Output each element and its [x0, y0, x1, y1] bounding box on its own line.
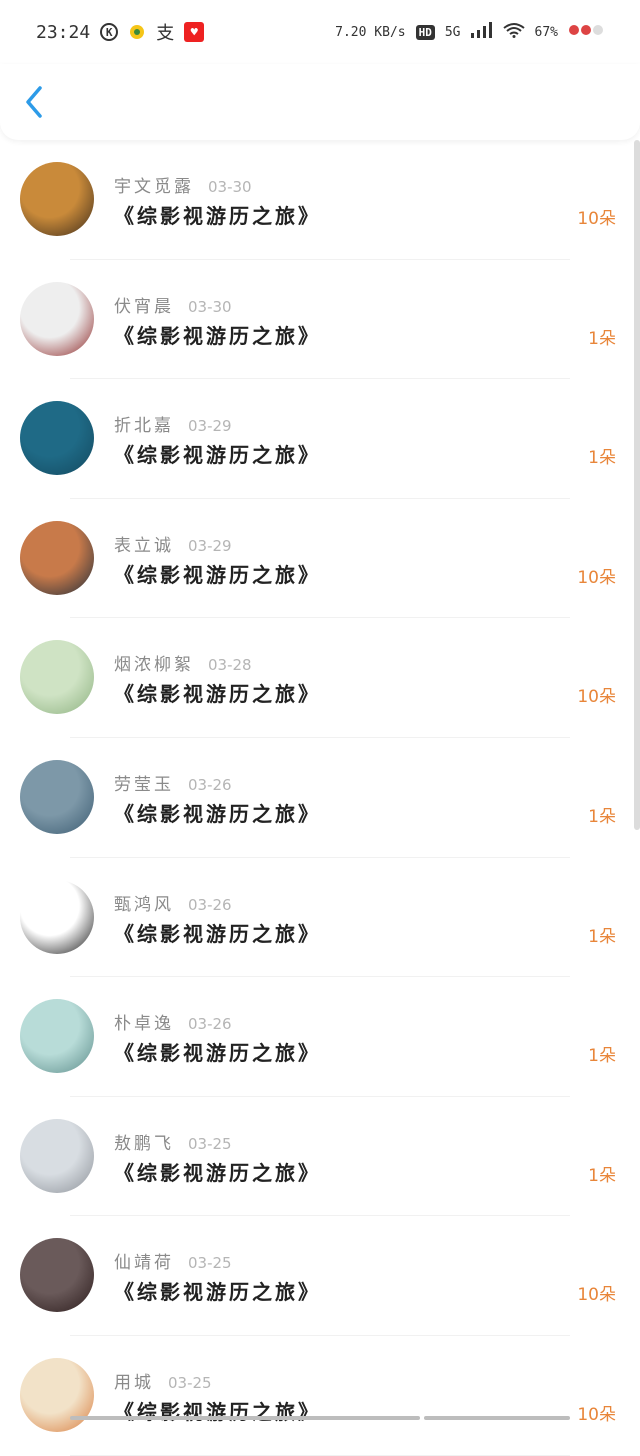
flower-amount: 10朵 — [577, 687, 616, 708]
user-name: 用城 03-25 — [114, 1368, 212, 1393]
chevron-left-icon — [26, 86, 42, 118]
reward-date: 03-26 — [188, 775, 232, 794]
book-title: 《综影视游历之旅》 — [114, 562, 321, 587]
user-name-text: 烟浓柳絮 — [114, 655, 194, 676]
avatar[interactable] — [20, 1118, 94, 1193]
user-name-text: 朴卓逸 — [114, 1014, 174, 1035]
user-name-text: 敖鹏飞 — [114, 1133, 174, 1154]
avatar[interactable] — [20, 999, 94, 1074]
user-name-text: 宇文觅露 — [114, 177, 194, 197]
user-name-text: 仙靖荷 — [114, 1253, 174, 1274]
flower-amount: 1朵 — [588, 328, 616, 349]
avatar[interactable] — [20, 640, 94, 715]
k-icon: K — [100, 23, 119, 41]
reward-date: 03-25 — [188, 1254, 232, 1273]
battery-icon — [568, 23, 604, 41]
top-app-bar — [0, 64, 640, 140]
book-title: 《综影视游历之旅》 — [114, 204, 321, 228]
reward-date: 03-26 — [188, 895, 232, 914]
user-name: 仙靖荷 03-25 — [114, 1248, 232, 1273]
user-name: 宇文觅露 03-30 — [114, 172, 252, 197]
avatar[interactable] — [20, 879, 94, 954]
avatar[interactable] — [20, 759, 94, 834]
book-title: 《综影视游历之旅》 — [114, 1280, 321, 1305]
network-speed: 7.20 KB/s — [335, 24, 406, 40]
book-title: 《综影视游历之旅》 — [114, 801, 321, 826]
avatar[interactable] — [20, 281, 94, 356]
user-name: 表立诚 03-29 — [114, 531, 232, 556]
book-title: 《综影视游历之旅》 — [114, 1160, 321, 1185]
reward-date: 03-28 — [208, 656, 252, 675]
clock: 23:24 — [36, 21, 91, 43]
flower-amount: 1朵 — [588, 448, 616, 469]
list-item[interactable]: 敖鹏飞 03-25 《综影视游历之旅》 1朵 — [0, 1097, 640, 1217]
flower-amount: 1朵 — [588, 926, 616, 947]
list-item[interactable]: 朴卓逸 03-26 《综影视游历之旅》 1朵 — [0, 977, 640, 1097]
gift-icon: ♥ — [184, 22, 205, 42]
user-name: 劳莹玉 03-26 — [114, 770, 232, 795]
hd-icon: HD — [415, 24, 435, 40]
flower-amount: 10朵 — [577, 209, 616, 229]
list-item[interactable]: 仙靖荷 03-25 《综影视游历之旅》 10朵 — [0, 1216, 640, 1336]
home-indicator-left — [70, 1416, 420, 1420]
user-name-text: 折北嘉 — [114, 416, 174, 437]
list-item[interactable]: 宇文觅露 03-30 《综影视游历之旅》 10朵 — [0, 140, 640, 260]
signal-bars-icon — [470, 22, 493, 42]
flower-amount: 1朵 — [588, 806, 616, 827]
user-name: 朴卓逸 03-26 — [114, 1009, 232, 1034]
signal-5g-icon: 5G — [444, 24, 461, 40]
user-name-text: 劳莹玉 — [114, 774, 174, 795]
reward-date: 03-30 — [208, 178, 252, 196]
battery-level: 67% — [534, 24, 558, 40]
user-name: 烟浓柳絮 03-28 — [114, 650, 252, 675]
avatar[interactable] — [20, 401, 94, 476]
reward-date: 03-25 — [188, 1134, 232, 1153]
app-icon — [128, 23, 146, 41]
book-title: 《综影视游历之旅》 — [114, 1041, 321, 1066]
avatar[interactable] — [20, 1238, 94, 1313]
reward-date: 03-29 — [188, 536, 232, 555]
list-item[interactable]: 劳莹玉 03-26 《综影视游历之旅》 1朵 — [0, 738, 640, 858]
user-name: 伏宵晨 03-30 — [114, 292, 232, 317]
user-name-text: 表立诚 — [114, 535, 174, 556]
avatar[interactable] — [20, 1357, 94, 1432]
divider — [70, 1454, 570, 1456]
reward-date: 03-26 — [188, 1015, 232, 1034]
back-button[interactable] — [22, 84, 48, 120]
user-name-text: 伏宵晨 — [114, 296, 174, 317]
reward-date: 03-30 — [188, 297, 232, 316]
avatar[interactable] — [20, 162, 94, 236]
user-name-text: 甄鸿风 — [114, 894, 174, 915]
reward-date: 03-25 — [168, 1373, 212, 1392]
flower-amount: 1朵 — [588, 1046, 616, 1067]
reward-date: 03-29 — [188, 417, 232, 436]
avatar[interactable] — [20, 520, 94, 595]
user-name: 敖鹏飞 03-25 — [114, 1129, 232, 1154]
list-item[interactable]: 表立诚 03-29 《综影视游历之旅》 10朵 — [0, 499, 640, 619]
flower-amount: 10朵 — [577, 1404, 616, 1425]
status-bar: 23:24 K 支 ♥ 7.20 KB/s HD 5G 67% — [0, 0, 640, 64]
alipay-icon: 支 — [156, 23, 175, 44]
user-name: 甄鸿风 03-26 — [114, 890, 232, 915]
flower-amount: 10朵 — [577, 567, 616, 588]
book-title: 《综影视游历之旅》 — [114, 921, 321, 946]
list-item[interactable]: 甄鸿风 03-26 《综影视游历之旅》 1朵 — [0, 858, 640, 978]
list-item[interactable]: 用城 03-25 《综影视游历之旅》 10朵 — [0, 1336, 640, 1456]
book-title: 《综影视游历之旅》 — [114, 443, 321, 468]
list-item[interactable]: 折北嘉 03-29 《综影视游历之旅》 1朵 — [0, 379, 640, 499]
scrollbar[interactable] — [634, 140, 640, 830]
wifi-icon — [502, 22, 525, 42]
user-name-text: 用城 — [114, 1372, 154, 1393]
flower-amount: 1朵 — [588, 1165, 616, 1186]
list-item[interactable]: 烟浓柳絮 03-28 《综影视游历之旅》 10朵 — [0, 618, 640, 738]
user-name: 折北嘉 03-29 — [114, 411, 232, 436]
book-title: 《综影视游历之旅》 — [114, 1399, 321, 1424]
flower-amount: 10朵 — [577, 1285, 616, 1306]
reward-list: 宇文觅露 03-30 《综影视游历之旅》 10朵 伏宵晨 03-30 《综影视游历之… — [0, 140, 640, 1456]
book-title: 《综影视游历之旅》 — [114, 682, 321, 707]
list-item[interactable]: 伏宵晨 03-30 《综影视游历之旅》 1朵 — [0, 260, 640, 380]
home-indicator-right — [424, 1416, 570, 1420]
book-title: 《综影视游历之旅》 — [114, 323, 321, 348]
